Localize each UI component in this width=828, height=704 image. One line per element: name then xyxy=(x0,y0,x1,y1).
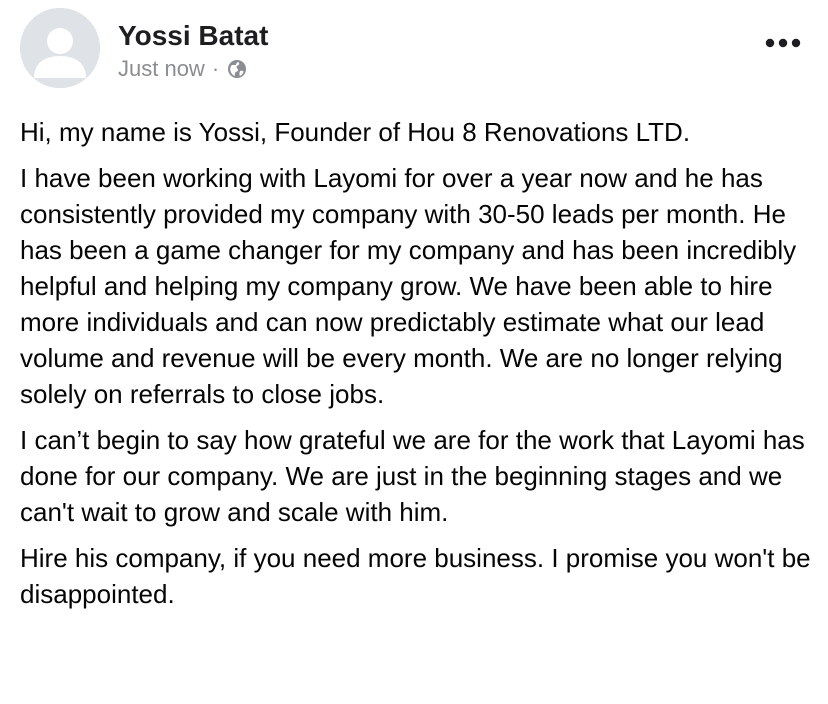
post-meta: Just now · xyxy=(118,56,247,82)
facebook-post: Yossi Batat Just now · Hi, my name is Yo… xyxy=(0,0,828,704)
post-paragraph-2: I have been working with Layomi for over… xyxy=(20,163,797,409)
post-paragraph-3: I can’t begin to say how grateful we are… xyxy=(20,425,805,527)
default-profile-avatar-icon xyxy=(20,8,100,88)
globe-icon[interactable] xyxy=(227,59,247,79)
post-header: Yossi Batat Just now · xyxy=(0,0,828,100)
meta-separator: · xyxy=(211,56,220,81)
post-timestamp[interactable]: Just now xyxy=(118,56,205,82)
post-paragraph-1: Hi, my name is Yossi, Founder of Hou 8 R… xyxy=(20,117,691,147)
post-paragraph-4: Hire his company, if you need more busin… xyxy=(20,543,811,609)
ellipsis-more-icon xyxy=(765,38,801,48)
more-options-button[interactable] xyxy=(762,28,804,58)
author-name[interactable]: Yossi Batat xyxy=(118,20,268,52)
avatar[interactable] xyxy=(20,8,100,88)
post-body: Hi, my name is Yossi, Founder of Hou 8 R… xyxy=(20,114,812,622)
